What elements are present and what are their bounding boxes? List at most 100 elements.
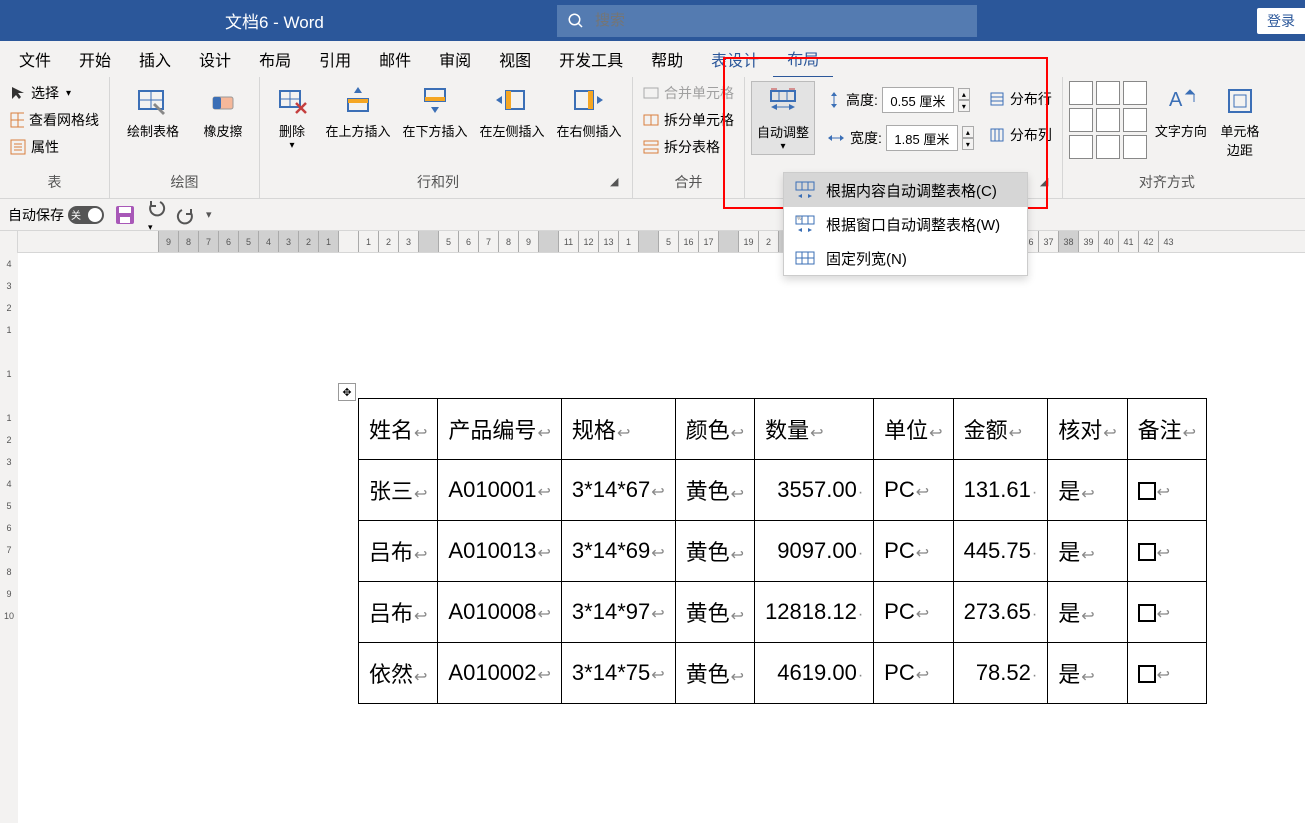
tab-help[interactable]: 帮助: [637, 41, 697, 77]
cell-margins-button[interactable]: 单元格边距: [1215, 81, 1265, 161]
undo-button[interactable]: ▾: [146, 197, 166, 233]
col-width-control: 宽度: ▴▾: [826, 125, 974, 151]
login-button[interactable]: 登录: [1257, 8, 1305, 34]
height-down[interactable]: ▾: [958, 100, 970, 112]
cellsize-launcher[interactable]: ◢: [1040, 175, 1054, 189]
align-tc[interactable]: [1096, 81, 1120, 105]
group-merge: 合并单元格 拆分单元格 拆分表格 合并: [633, 77, 745, 198]
distribute-rows-button[interactable]: 分布行: [985, 87, 1056, 111]
distribute-cols-button[interactable]: 分布列: [985, 123, 1056, 147]
fixed-width-item[interactable]: 固定列宽(N): [784, 241, 1027, 275]
eraser-button[interactable]: 橡皮擦: [193, 81, 253, 142]
width-up[interactable]: ▴: [962, 126, 974, 138]
ribbon-tabs: 文件 开始 插入 设计 布局 引用 邮件 审阅 视图 开发工具 帮助 表设计 布…: [0, 41, 1305, 77]
align-bl[interactable]: [1069, 135, 1093, 159]
horizontal-ruler[interactable]: 987654321 123 56789 1112131 51617 192 23…: [18, 231, 1305, 253]
qat-customize[interactable]: ▾: [206, 208, 212, 221]
width-label: 宽度:: [850, 128, 882, 148]
group-label-rowscols: 行和列: [266, 170, 610, 194]
distribute-cols-icon: [989, 127, 1005, 143]
insert-above-icon: [340, 83, 376, 119]
redo-icon: [176, 205, 196, 225]
cursor-icon: [10, 85, 26, 101]
width-input[interactable]: [886, 125, 958, 151]
autofit-window-item[interactable]: % 根据窗口自动调整表格(W): [784, 207, 1027, 241]
autofit-window-icon: %: [794, 213, 816, 235]
row-height-control: 高度: ▴▾: [826, 87, 974, 113]
data-table[interactable]: 姓名↩ 产品编号↩ 规格↩ 颜色↩ 数量↩ 单位↩ 金额↩ 核对↩ 备注↩ 张三…: [358, 398, 1207, 704]
vertical-ruler[interactable]: 4321 1123 45678 910: [0, 253, 18, 823]
tab-insert[interactable]: 插入: [125, 41, 185, 77]
height-up[interactable]: ▴: [958, 88, 970, 100]
group-drawing: 绘制表格 橡皮擦 绘图: [110, 77, 260, 198]
height-label: 高度:: [846, 90, 878, 110]
insert-left-icon: [494, 83, 530, 119]
draw-table-button[interactable]: 绘制表格: [116, 81, 190, 142]
tab-home[interactable]: 开始: [65, 41, 125, 77]
alignment-grid: [1069, 81, 1147, 159]
align-br[interactable]: [1123, 135, 1147, 159]
group-alignment: A 文字方向 单元格边距 对齐方式: [1063, 77, 1271, 198]
tab-file[interactable]: 文件: [5, 41, 65, 77]
quick-access-toolbar: 自动保存 关 ▾ ▾: [0, 199, 1305, 231]
group-label-merge: 合并: [639, 170, 738, 194]
save-icon: [114, 204, 136, 226]
tab-references[interactable]: 引用: [305, 41, 365, 77]
text-direction-button[interactable]: A 文字方向: [1150, 81, 1212, 142]
select-button[interactable]: 选择▾: [6, 81, 103, 105]
tab-devtools[interactable]: 开发工具: [545, 41, 637, 77]
merge-cells-button: 合并单元格: [639, 81, 738, 105]
tab-mailings[interactable]: 邮件: [365, 41, 425, 77]
insert-below-button[interactable]: 在下方插入: [398, 81, 472, 142]
height-input[interactable]: [882, 87, 954, 113]
search-input[interactable]: [595, 12, 977, 29]
redo-button[interactable]: [176, 205, 196, 225]
grid-icon: [10, 112, 24, 128]
split-table-icon: [643, 139, 659, 155]
document-title: 文档6 - Word: [225, 8, 324, 33]
insert-left-button[interactable]: 在左侧插入: [475, 81, 549, 142]
rowscols-launcher[interactable]: ◢: [610, 175, 624, 189]
tab-design[interactable]: 设计: [185, 41, 245, 77]
vruler-corner: [0, 231, 18, 253]
autofit-contents-item[interactable]: 根据内容自动调整表格(C): [784, 173, 1027, 207]
properties-button[interactable]: 属性: [6, 135, 103, 159]
autosave-label: 自动保存: [8, 205, 64, 225]
title-bar: 文档6 - Word 登录: [0, 0, 1305, 41]
autofit-button[interactable]: 自动调整 ▾: [751, 81, 815, 155]
align-tr[interactable]: [1123, 81, 1147, 105]
tab-layout[interactable]: 布局: [245, 41, 305, 77]
align-tl[interactable]: [1069, 81, 1093, 105]
split-cells-button[interactable]: 拆分单元格: [639, 108, 738, 132]
tab-table-layout[interactable]: 布局: [773, 40, 833, 79]
merge-icon: [643, 85, 659, 101]
view-gridlines-button[interactable]: 查看网格线: [6, 108, 103, 132]
autofit-contents-icon: [794, 179, 816, 201]
autosave-toggle[interactable]: 自动保存 关: [8, 205, 104, 225]
group-table: 选择▾ 查看网格线 属性 表: [0, 77, 110, 198]
table-row: 张三↩ A010001↩ 3*14*67↩ 黄色↩ 3557.00· PC↩ 1…: [359, 460, 1207, 521]
table-move-handle[interactable]: ✥: [338, 383, 356, 401]
tab-review[interactable]: 审阅: [425, 41, 485, 77]
align-bc[interactable]: [1096, 135, 1120, 159]
align-mc[interactable]: [1096, 108, 1120, 132]
width-down[interactable]: ▾: [962, 138, 974, 150]
align-mr[interactable]: [1123, 108, 1147, 132]
draw-table-icon: [135, 83, 171, 119]
split-table-button[interactable]: 拆分表格: [639, 135, 738, 159]
properties-icon: [10, 139, 26, 155]
eraser-icon: [205, 83, 241, 119]
insert-above-button[interactable]: 在上方插入: [321, 81, 395, 142]
width-icon: [826, 130, 846, 146]
save-button[interactable]: [114, 204, 136, 226]
tab-table-design[interactable]: 表设计: [697, 41, 773, 77]
search-box[interactable]: [557, 5, 977, 37]
delete-icon: [274, 83, 310, 119]
tab-view[interactable]: 视图: [485, 41, 545, 77]
delete-button[interactable]: 删除 ▾: [266, 81, 318, 153]
insert-right-button[interactable]: 在右侧插入: [552, 81, 626, 142]
align-ml[interactable]: [1069, 108, 1093, 132]
autosave-switch[interactable]: 关: [68, 206, 104, 224]
height-icon: [826, 90, 842, 110]
autofit-dropdown: 根据内容自动调整表格(C) % 根据窗口自动调整表格(W) 固定列宽(N): [783, 172, 1028, 276]
